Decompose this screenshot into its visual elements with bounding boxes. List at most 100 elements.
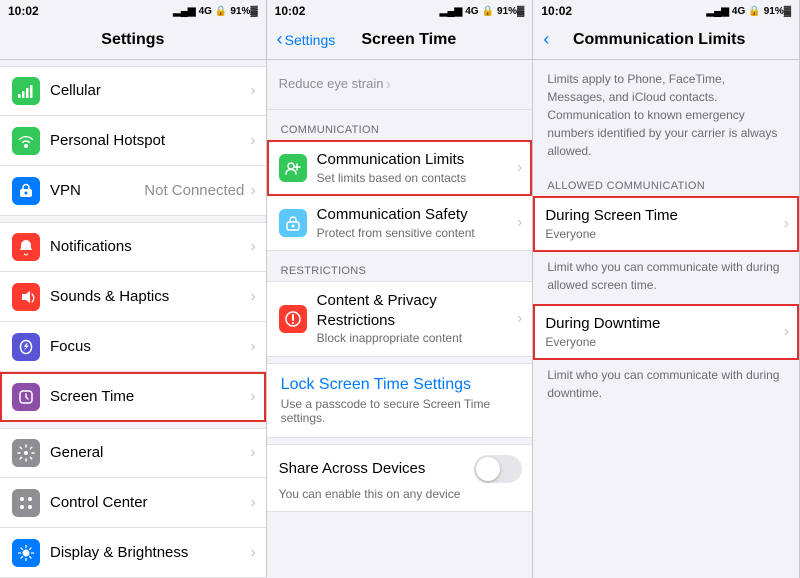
- settings-row-comm-limits[interactable]: Communication Limits Set limits based on…: [267, 140, 533, 196]
- comm-limits-content: Communication Limits Set limits based on…: [317, 150, 515, 186]
- during-screen-time-content: During Screen Time Everyone: [545, 206, 781, 242]
- restrictions-section-header: RESTRICTIONS: [267, 251, 533, 281]
- battery-right: 91%▓: [764, 6, 791, 17]
- comm-safety-subtitle: Protect from sensitive content: [317, 226, 515, 242]
- settings-row-share[interactable]: Share Across Devices You can enable this…: [267, 444, 533, 512]
- notifications-icon: [12, 233, 40, 261]
- content-privacy-content: Content & Privacy Restrictions Block ina…: [317, 291, 515, 347]
- comm-safety-title: Communication Safety: [317, 205, 515, 225]
- cellular-icon: [12, 77, 40, 105]
- during-screen-time-subtitle: Everyone: [545, 227, 781, 243]
- hotspot-label: Personal Hotspot: [50, 131, 248, 151]
- during-downtime-chevron: ›: [784, 323, 789, 341]
- page-title-screen-time: Screen Time: [335, 31, 482, 49]
- signal-icon-middle: ▂▄▆: [440, 6, 462, 17]
- communication-section-header: COMMUNICATION: [267, 110, 533, 140]
- settings-row-focus[interactable]: Focus ›: [0, 322, 266, 372]
- settings-row-screen-time[interactable]: Screen Time ›: [0, 372, 266, 422]
- comm-limits-info: Limits apply to Phone, FaceTime, Message…: [533, 60, 799, 170]
- settings-row-during-downtime[interactable]: During Downtime Everyone ›: [533, 304, 799, 360]
- battery-middle: 91%▓: [497, 6, 524, 17]
- settings-row-during-screen-time[interactable]: During Screen Time Everyone ›: [533, 196, 799, 252]
- lock-screen-time-row[interactable]: Lock Screen Time Settings Use a passcode…: [267, 363, 533, 438]
- time-left: 10:02: [8, 4, 39, 18]
- time-right: 10:02: [541, 4, 572, 18]
- status-icons-middle: ▂▄▆ 4G 🔒 91%▓: [440, 6, 525, 17]
- focus-icon: [12, 333, 40, 361]
- share-across-title: Share Across Devices: [279, 459, 475, 479]
- hotspot-content: Personal Hotspot: [50, 131, 248, 151]
- back-button-middle[interactable]: ‹ Settings: [277, 31, 336, 48]
- display-chevron: ›: [250, 544, 255, 562]
- cellular-content: Cellular: [50, 81, 248, 101]
- hotspot-chevron: ›: [250, 132, 255, 150]
- sounds-chevron: ›: [250, 288, 255, 306]
- signal-icon-left: ▂▄▆: [173, 6, 195, 17]
- status-icons-left: ▂▄▆ 4G 🔒 91%▓: [173, 6, 258, 17]
- content-privacy-title: Content & Privacy Restrictions: [317, 291, 515, 330]
- reduce-eye-label: Reduce eye strain: [279, 76, 384, 93]
- wifi-icon-middle: 🔒: [482, 6, 494, 17]
- settings-row-notifications[interactable]: Notifications ›: [0, 222, 266, 272]
- lock-screen-time-desc: Use a passcode to secure Screen Time set…: [281, 397, 519, 425]
- comm-safety-icon: [279, 209, 307, 237]
- settings-list-left: Cellular › Personal Hotspot › VPN Not Co…: [0, 60, 266, 578]
- screen-time-content: Reduce eye strain › COMMUNICATION Commun…: [267, 60, 533, 578]
- screen-time-panel: 10:02 ▂▄▆ 4G 🔒 91%▓ ‹ Settings Screen Ti…: [267, 0, 534, 578]
- vpn-icon: [12, 177, 40, 205]
- back-arrow-middle: ‹: [277, 30, 283, 48]
- settings-row-general[interactable]: General ›: [0, 428, 266, 478]
- sounds-label: Sounds & Haptics: [50, 287, 248, 307]
- comm-limits-chevron: ›: [517, 159, 522, 177]
- during-screen-time-desc: Limit who you can communicate with durin…: [533, 252, 799, 304]
- control-center-chevron: ›: [250, 494, 255, 512]
- notifications-chevron: ›: [250, 238, 255, 256]
- content-privacy-chevron: ›: [517, 310, 522, 328]
- settings-row-vpn[interactable]: VPN Not Connected ›: [0, 166, 266, 216]
- page-title-settings: Settings: [10, 31, 256, 49]
- allowed-comm-header: ALLOWED COMMUNICATION: [533, 170, 799, 196]
- focus-label: Focus: [50, 337, 248, 357]
- comm-safety-content: Communication Safety Protect from sensit…: [317, 205, 515, 241]
- screen-time-content: Screen Time: [50, 387, 248, 407]
- hotspot-icon: [12, 127, 40, 155]
- notifications-label: Notifications: [50, 237, 248, 257]
- display-content: Display & Brightness: [50, 543, 248, 563]
- during-downtime-desc: Limit who you can communicate with durin…: [533, 360, 799, 412]
- general-label: General: [50, 443, 248, 463]
- wifi-icon-right: 🔒: [748, 6, 760, 17]
- comm-limits-title: Communication Limits: [317, 150, 515, 170]
- reduce-eye-strain-row[interactable]: Reduce eye strain ›: [267, 60, 533, 110]
- cellular-chevron: ›: [250, 82, 255, 100]
- screen-time-chevron: ›: [250, 388, 255, 406]
- during-screen-time-label: During Screen Time: [545, 206, 781, 226]
- general-icon: [12, 439, 40, 467]
- focus-chevron: ›: [250, 338, 255, 356]
- network-middle: 4G: [465, 6, 478, 17]
- restrictions-icon: [279, 305, 307, 333]
- screen-time-icon: [12, 383, 40, 411]
- settings-row-content-privacy[interactable]: Content & Privacy Restrictions Block ina…: [267, 281, 533, 357]
- comm-limits-panel: 10:02 ▂▄▆ 4G 🔒 91%▓ ‹ Communication Limi…: [533, 0, 800, 578]
- share-toggle[interactable]: [474, 455, 522, 483]
- general-chevron: ›: [250, 444, 255, 462]
- control-center-content: Control Center: [50, 493, 248, 513]
- cellular-label: Cellular: [50, 81, 248, 101]
- vpn-value: Not Connected: [144, 182, 244, 199]
- signal-icon-right: ▂▄▆: [706, 6, 728, 17]
- control-center-icon: [12, 489, 40, 517]
- settings-row-control-center[interactable]: Control Center ›: [0, 478, 266, 528]
- settings-row-personal-hotspot[interactable]: Personal Hotspot ›: [0, 116, 266, 166]
- settings-row-display[interactable]: Display & Brightness ›: [0, 528, 266, 578]
- notifications-content: Notifications: [50, 237, 248, 257]
- settings-row-cellular[interactable]: Cellular ›: [0, 66, 266, 116]
- wifi-icon-left: 🔒: [215, 6, 227, 17]
- during-downtime-content: During Downtime Everyone: [545, 314, 781, 350]
- nav-bar-middle: ‹ Settings Screen Time: [267, 22, 533, 60]
- display-icon: [12, 539, 40, 567]
- settings-row-sounds[interactable]: Sounds & Haptics ›: [0, 272, 266, 322]
- status-icons-right: ▂▄▆ 4G 🔒 91%▓: [706, 6, 791, 17]
- reduce-eye-chevron: ›: [385, 76, 390, 94]
- settings-row-comm-safety[interactable]: Communication Safety Protect from sensit…: [267, 196, 533, 251]
- status-bar-middle: 10:02 ▂▄▆ 4G 🔒 91%▓: [267, 0, 533, 22]
